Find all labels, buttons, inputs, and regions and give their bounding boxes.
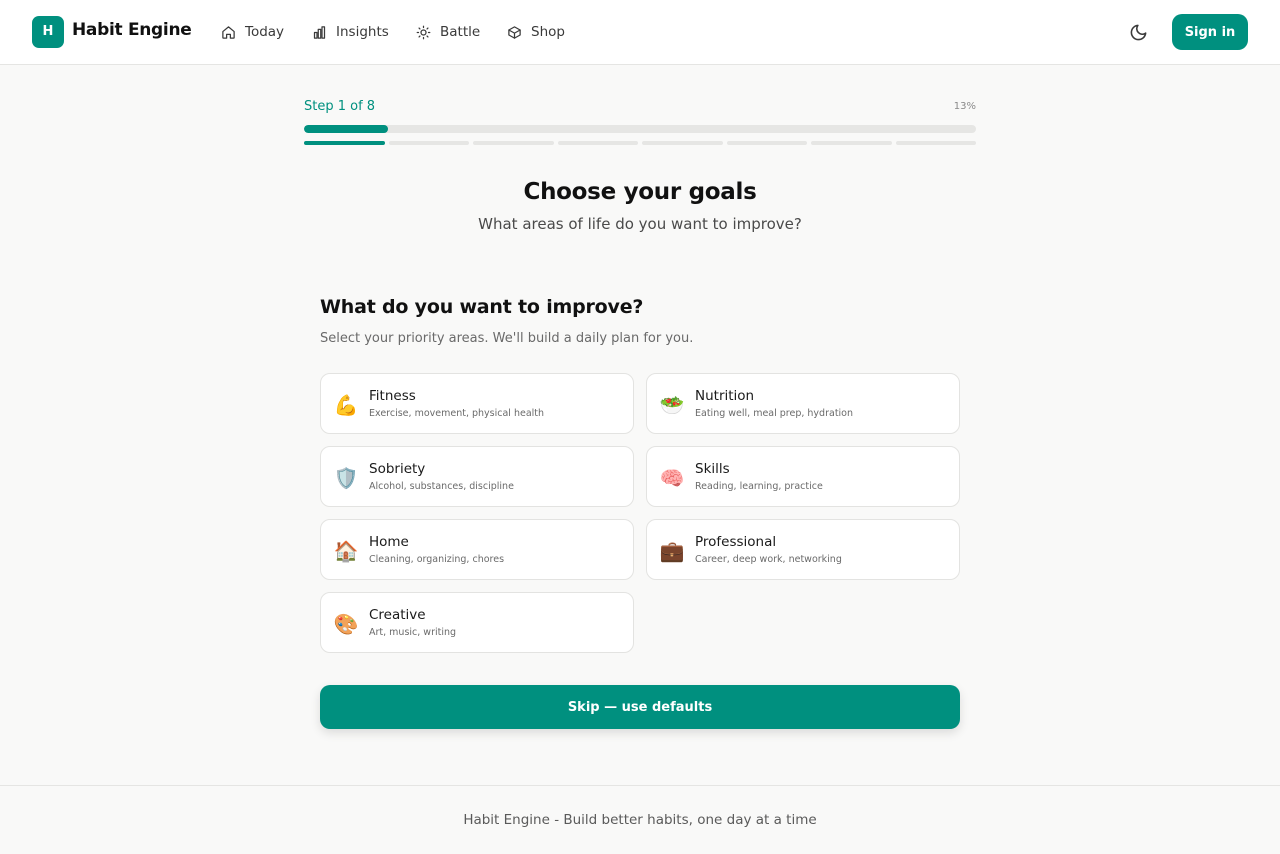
nav-item-today[interactable]: Today: [221, 22, 284, 42]
goal-card-description: Career, deep work, networking: [695, 554, 842, 565]
step-segment: [811, 141, 892, 145]
flexed-bicep-icon: 💪: [333, 393, 359, 417]
goal-card-title: Creative: [369, 607, 426, 623]
goal-card-title: Professional: [695, 534, 777, 550]
goal-card-skills[interactable]: 🧠 Skills Reading, learning, practice: [646, 446, 960, 507]
goal-card-title: Sobriety: [369, 461, 426, 477]
step-segment: [726, 141, 807, 145]
page-subtitle: What areas of life do you want to improv…: [478, 215, 802, 233]
step-indicator: Step 1 of 8: [304, 99, 376, 114]
goal-card-description: Reading, learning, practice: [695, 481, 823, 492]
nav-item-label: Shop: [531, 24, 565, 40]
goal-card-description: Cleaning, organizing, chores: [369, 554, 505, 565]
briefcase-icon: 💼: [659, 539, 685, 563]
goal-card-creative[interactable]: 🎨 Creative Art, music, writing: [320, 592, 634, 653]
skip-use-defaults-button[interactable]: Skip — use defaults: [320, 685, 960, 729]
palette-icon: 🎨: [333, 612, 359, 636]
goal-card-fitness[interactable]: 💪 Fitness Exercise, movement, physical h…: [320, 373, 634, 434]
house-icon: 🏠: [333, 539, 359, 563]
goal-card-home[interactable]: 🏠 Home Cleaning, organizing, chores: [320, 519, 634, 580]
nav-item-insights[interactable]: Insights: [312, 22, 389, 42]
brain-icon: 🧠: [659, 466, 685, 490]
goal-card-professional[interactable]: 💼 Professional Career, deep work, networ…: [646, 519, 960, 580]
goal-card-description: Eating well, meal prep, hydration: [695, 408, 854, 419]
progress-bar-fill: [304, 125, 388, 133]
app-logo[interactable]: H: [32, 16, 64, 48]
question-title: What do you want to improve?: [320, 296, 644, 318]
bar-chart-icon: [313, 25, 326, 39]
step-segment: [895, 141, 976, 145]
nav-item-label: Today: [245, 24, 285, 40]
goal-card-description: Alcohol, substances, discipline: [369, 481, 514, 492]
goal-card-title: Fitness: [369, 388, 416, 404]
lightbulb-icon: [416, 25, 431, 39]
page-title: Choose your goals: [523, 179, 757, 205]
shield-icon: 🛡️: [333, 466, 359, 490]
step-segment: [473, 141, 554, 145]
nav-item-battle[interactable]: Battle: [416, 22, 480, 42]
step-segments: [304, 141, 976, 145]
goal-card-title: Skills: [695, 461, 730, 477]
box-icon: [508, 25, 521, 39]
progress-bar: [304, 125, 976, 133]
step-segment: [388, 141, 469, 145]
goal-card-title: Nutrition: [695, 388, 755, 404]
sign-in-button[interactable]: Sign in: [1172, 14, 1248, 50]
nav-item-label: Insights: [336, 24, 389, 40]
home-icon: [222, 25, 235, 39]
nav-item-label: Battle: [440, 24, 481, 40]
goal-card-description: Art, music, writing: [369, 627, 457, 638]
salad-icon: 🥗: [659, 393, 685, 417]
theme-toggle-button[interactable]: [1126, 20, 1150, 44]
goal-card-nutrition[interactable]: 🥗 Nutrition Eating well, meal prep, hydr…: [646, 373, 960, 434]
question-subtitle: Select your priority areas. We'll build …: [320, 331, 694, 346]
step-segment: [304, 141, 385, 145]
footer-text: Habit Engine - Build better habits, one …: [463, 812, 817, 828]
progress-percent: 13%: [953, 101, 976, 112]
goal-card-description: Exercise, movement, physical health: [369, 408, 545, 419]
goal-card-sobriety[interactable]: 🛡️ Sobriety Alcohol, substances, discipl…: [320, 446, 634, 507]
goal-card-title: Home: [369, 534, 409, 550]
top-nav-bar: H Habit Engine Today Insights Battle Sho…: [0, 0, 1280, 65]
app-brand-name[interactable]: Habit Engine: [72, 20, 192, 40]
moon-icon: [1130, 24, 1146, 40]
step-segment: [642, 141, 723, 145]
step-segment: [557, 141, 638, 145]
footer: Habit Engine - Build better habits, one …: [0, 785, 1280, 854]
nav-item-shop[interactable]: Shop: [507, 22, 565, 42]
